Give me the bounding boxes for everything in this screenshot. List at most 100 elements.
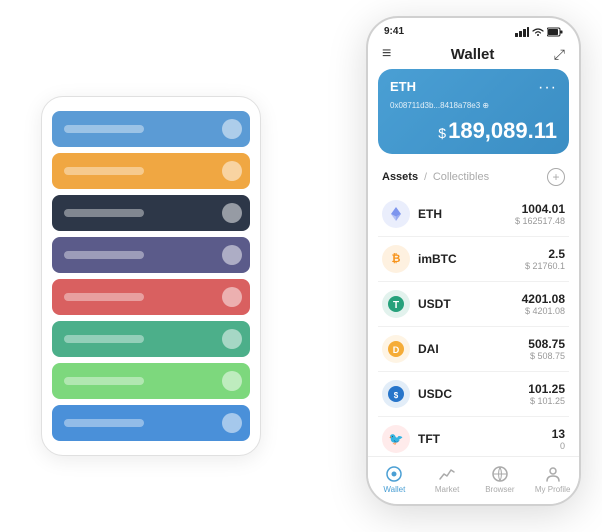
asset-amount-main: 508.75 [528, 337, 565, 351]
card-label [64, 419, 144, 427]
wallet-address: 0x08711d3b...8418a78e3 ⊕ [390, 101, 557, 110]
asset-amounts-eth: 1004.01 $ 162517.48 [515, 202, 565, 226]
card-icon [222, 413, 242, 433]
signal-icon [515, 27, 529, 37]
asset-amount-main: 101.25 [528, 382, 565, 396]
market-nav-icon [438, 465, 456, 483]
bottom-navigation: Wallet Market Browser [368, 456, 579, 504]
card-icon [222, 329, 242, 349]
asset-amount-usd: $ 4201.08 [522, 306, 565, 316]
list-item[interactable] [52, 153, 250, 189]
table-row[interactable]: ₿ imBTC 2.5 $ 21760.1 [378, 237, 569, 282]
card-icon [222, 161, 242, 181]
wallet-card[interactable]: ETH ··· 0x08711d3b...8418a78e3 ⊕ $189,08… [378, 69, 569, 154]
asset-amount-usd: $ 101.25 [528, 396, 565, 406]
nav-label-wallet: Wallet [383, 485, 405, 494]
asset-icon-dai: D [382, 335, 410, 363]
asset-name-eth: ETH [418, 207, 515, 221]
nav-label-browser: Browser [485, 485, 514, 494]
list-item[interactable] [52, 321, 250, 357]
card-label [64, 293, 144, 301]
wallet-nav-icon [385, 465, 403, 483]
wallet-options-button[interactable]: ··· [538, 79, 557, 97]
asset-icon-tft: 🐦 [382, 425, 410, 453]
wallet-balance: $189,089.11 [390, 118, 557, 144]
nav-item-market[interactable]: Market [427, 465, 467, 494]
table-row[interactable]: D DAI 508.75 $ 508.75 [378, 327, 569, 372]
list-item[interactable] [52, 363, 250, 399]
card-label [64, 167, 144, 175]
list-item[interactable] [52, 237, 250, 273]
list-item[interactable] [52, 195, 250, 231]
asset-icon-usdc: $ [382, 380, 410, 408]
asset-name-imbtc: imBTC [418, 252, 525, 266]
nav-item-wallet[interactable]: Wallet [374, 465, 414, 494]
card-label [64, 125, 144, 133]
currency-sign: $ [438, 125, 446, 141]
asset-icon-usdt: T [382, 290, 410, 318]
tab-assets[interactable]: Assets [382, 171, 418, 183]
status-time: 9:41 [384, 26, 404, 37]
usdt-icon: T [387, 295, 405, 313]
asset-name-tft: TFT [418, 432, 552, 446]
card-icon [222, 371, 242, 391]
browser-nav-icon [491, 465, 509, 483]
asset-amount-usd: $ 508.75 [528, 351, 565, 361]
asset-amounts-imbtc: 2.5 $ 21760.1 [525, 247, 565, 271]
wallet-card-header: ETH ··· [390, 79, 557, 97]
top-navigation: ≡ Wallet ⤢ [368, 41, 579, 69]
assets-tabs: Assets / Collectibles [382, 171, 489, 183]
phone-mockup: 9:41 [366, 16, 581, 506]
nav-item-browser[interactable]: Browser [480, 465, 520, 494]
card-icon [222, 119, 242, 139]
status-icons [515, 27, 563, 37]
nav-item-profile[interactable]: My Profile [533, 465, 573, 494]
add-asset-button[interactable]: + [547, 168, 565, 186]
asset-name-usdt: USDT [418, 297, 522, 311]
card-label [64, 251, 144, 259]
list-item[interactable] [52, 405, 250, 441]
expand-icon[interactable]: ⤢ [554, 46, 565, 63]
battery-icon [547, 27, 563, 37]
asset-amounts-usdt: 4201.08 $ 4201.08 [522, 292, 565, 316]
wifi-icon [532, 27, 544, 37]
asset-amount-main: 4201.08 [522, 292, 565, 306]
nav-label-profile: My Profile [535, 485, 571, 494]
svg-text:D: D [393, 345, 400, 355]
asset-amounts-usdc: 101.25 $ 101.25 [528, 382, 565, 406]
list-item[interactable] [52, 111, 250, 147]
asset-amount-usd: $ 21760.1 [525, 261, 565, 271]
table-row[interactable]: ETH 1004.01 $ 162517.48 [378, 192, 569, 237]
asset-name-dai: DAI [418, 342, 528, 356]
nav-label-market: Market [435, 485, 459, 494]
asset-amount-usd: $ 162517.48 [515, 216, 565, 226]
table-row[interactable]: $ USDC 101.25 $ 101.25 [378, 372, 569, 417]
eth-icon [388, 206, 404, 222]
page-title: Wallet [451, 46, 495, 63]
menu-icon[interactable]: ≡ [382, 45, 391, 63]
card-icon [222, 287, 242, 307]
asset-amount-usd: 0 [552, 441, 565, 451]
tab-collectibles[interactable]: Collectibles [433, 171, 489, 183]
dai-icon: D [387, 340, 405, 358]
asset-amount-main: 1004.01 [515, 202, 565, 216]
asset-amount-main: 13 [552, 427, 565, 441]
main-scene: 9:41 [21, 16, 581, 516]
card-icon [222, 203, 242, 223]
table-row[interactable]: 🐦 TFT 13 0 [378, 417, 569, 456]
usdc-icon: $ [387, 385, 405, 403]
asset-name-usdc: USDC [418, 387, 528, 401]
tab-divider: / [424, 172, 427, 183]
asset-amounts-dai: 508.75 $ 508.75 [528, 337, 565, 361]
table-row[interactable]: T USDT 4201.08 $ 4201.08 [378, 282, 569, 327]
list-item[interactable] [52, 279, 250, 315]
asset-icon-eth [382, 200, 410, 228]
profile-nav-icon [544, 465, 562, 483]
card-stack [41, 96, 261, 456]
card-icon [222, 245, 242, 265]
wallet-coin-name: ETH [390, 79, 416, 94]
card-label [64, 335, 144, 343]
asset-list: ETH 1004.01 $ 162517.48 ₿ imBTC 2.5 $ 21… [368, 192, 579, 456]
asset-amount-main: 2.5 [525, 247, 565, 261]
svg-text:$: $ [394, 391, 399, 400]
